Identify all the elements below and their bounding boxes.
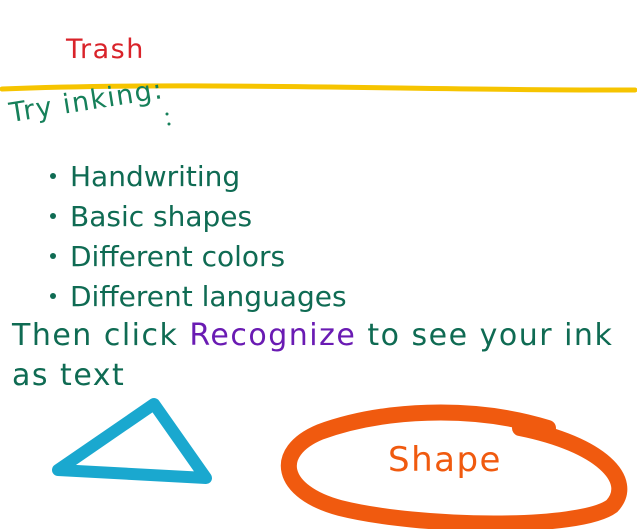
shape-label: Shape — [388, 440, 502, 480]
list-item-label: Handwriting — [70, 159, 241, 193]
colon-dot — [167, 122, 171, 126]
list-item-label: Basic shapes — [70, 199, 253, 233]
triangle-shape[interactable] — [52, 398, 212, 484]
instruction-line-2: as text — [12, 358, 126, 393]
instruction-prefix: Then click — [12, 318, 190, 353]
list-item: Basic shapes — [50, 196, 347, 236]
instruction-suffix: to see your ink — [356, 318, 614, 353]
colon-dot — [165, 112, 169, 116]
list-item-label: Different colors — [70, 239, 286, 273]
feature-list: Handwriting Basic shapes Different color… — [50, 156, 347, 316]
bullet-icon — [50, 253, 56, 259]
list-item: Different colors — [50, 236, 347, 276]
recognize-word: Recognize — [189, 318, 357, 353]
bullet-icon — [50, 213, 56, 219]
ink-canvas[interactable]: Trash Try inking: Handwriting Basic shap… — [0, 0, 637, 529]
list-item: Different languages — [50, 276, 347, 316]
bullet-icon — [50, 293, 56, 299]
instruction-line: Then click Recognize to see your ink — [12, 318, 613, 353]
list-item: Handwriting — [50, 156, 347, 196]
list-item-label: Different languages — [70, 279, 347, 313]
bullet-icon — [50, 173, 56, 179]
